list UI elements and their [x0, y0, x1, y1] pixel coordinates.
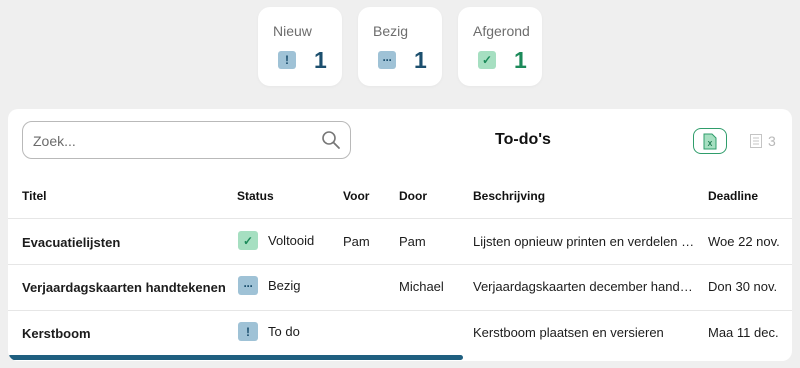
export-excel-button[interactable]: X [693, 128, 727, 154]
stat-label: Bezig [373, 23, 409, 39]
status-label: Bezig [268, 278, 301, 293]
search-icon[interactable] [321, 130, 341, 150]
column-header-deadline[interactable]: Deadline [708, 189, 758, 203]
stat-card-new[interactable]: Nieuw ! 1 [258, 7, 342, 86]
todo-panel: To-do's X 3 Titel Status Voor Door Besch… [8, 109, 792, 361]
stat-count: 1 [314, 47, 327, 73]
column-header-door[interactable]: Door [399, 189, 427, 203]
exclamation-icon: ! [278, 51, 296, 69]
row-count-value: 3 [768, 133, 776, 149]
stat-card-done[interactable]: Afgerond ✓ 1 [458, 7, 542, 86]
ellipsis-icon: ··· [378, 51, 396, 69]
status-badge: ··· Bezig [238, 276, 301, 295]
stat-label: Afgerond [473, 23, 530, 39]
stat-card-busy[interactable]: Bezig ··· 1 [358, 7, 442, 86]
column-header-title[interactable]: Titel [22, 189, 46, 203]
divider [8, 218, 792, 219]
row-deadline: Maa 11 dec. [708, 325, 779, 340]
row-title: Verjaardagskaarten handtekenen [22, 280, 226, 295]
row-door: Pam [399, 234, 426, 249]
search-box [22, 121, 351, 159]
column-header-voor[interactable]: Voor [343, 189, 369, 203]
exclamation-icon: ! [238, 322, 258, 341]
status-badge: ✓ Voltooid [238, 231, 314, 250]
row-deadline: Woe 22 nov. [708, 234, 780, 249]
check-icon: ✓ [478, 51, 496, 69]
row-description: Kerstboom plaatsen en versieren [473, 325, 664, 340]
stat-count: 1 [414, 47, 427, 73]
ellipsis-icon: ··· [238, 276, 258, 295]
stat-count: 1 [514, 47, 527, 73]
row-description: Verjaardagskaarten december hand… [473, 279, 693, 294]
row-door: Michael [399, 279, 444, 294]
horizontal-scrollbar[interactable] [8, 355, 463, 360]
excel-icon: X [703, 133, 717, 149]
page-title: To-do's [495, 131, 551, 148]
row-count: 3 [750, 133, 776, 149]
column-header-status[interactable]: Status [237, 189, 274, 203]
status-label: Voltooid [268, 233, 315, 248]
search-input[interactable] [33, 131, 303, 151]
row-deadline: Don 30 nov. [708, 279, 778, 294]
row-title: Evacuatielijsten [22, 235, 121, 250]
column-header-beschrijving[interactable]: Beschrijving [473, 189, 545, 203]
divider [8, 310, 792, 311]
svg-text:X: X [708, 141, 713, 148]
row-description: Lijsten opnieuw printen en verdelen … [473, 234, 695, 249]
list-icon [750, 134, 762, 148]
row-title: Kerstboom [22, 326, 91, 341]
status-badge: ! To do [238, 322, 300, 341]
stat-label: Nieuw [273, 23, 312, 39]
check-icon: ✓ [238, 231, 258, 250]
status-label: To do [268, 324, 300, 339]
row-voor: Pam [343, 234, 370, 249]
divider [8, 264, 792, 265]
